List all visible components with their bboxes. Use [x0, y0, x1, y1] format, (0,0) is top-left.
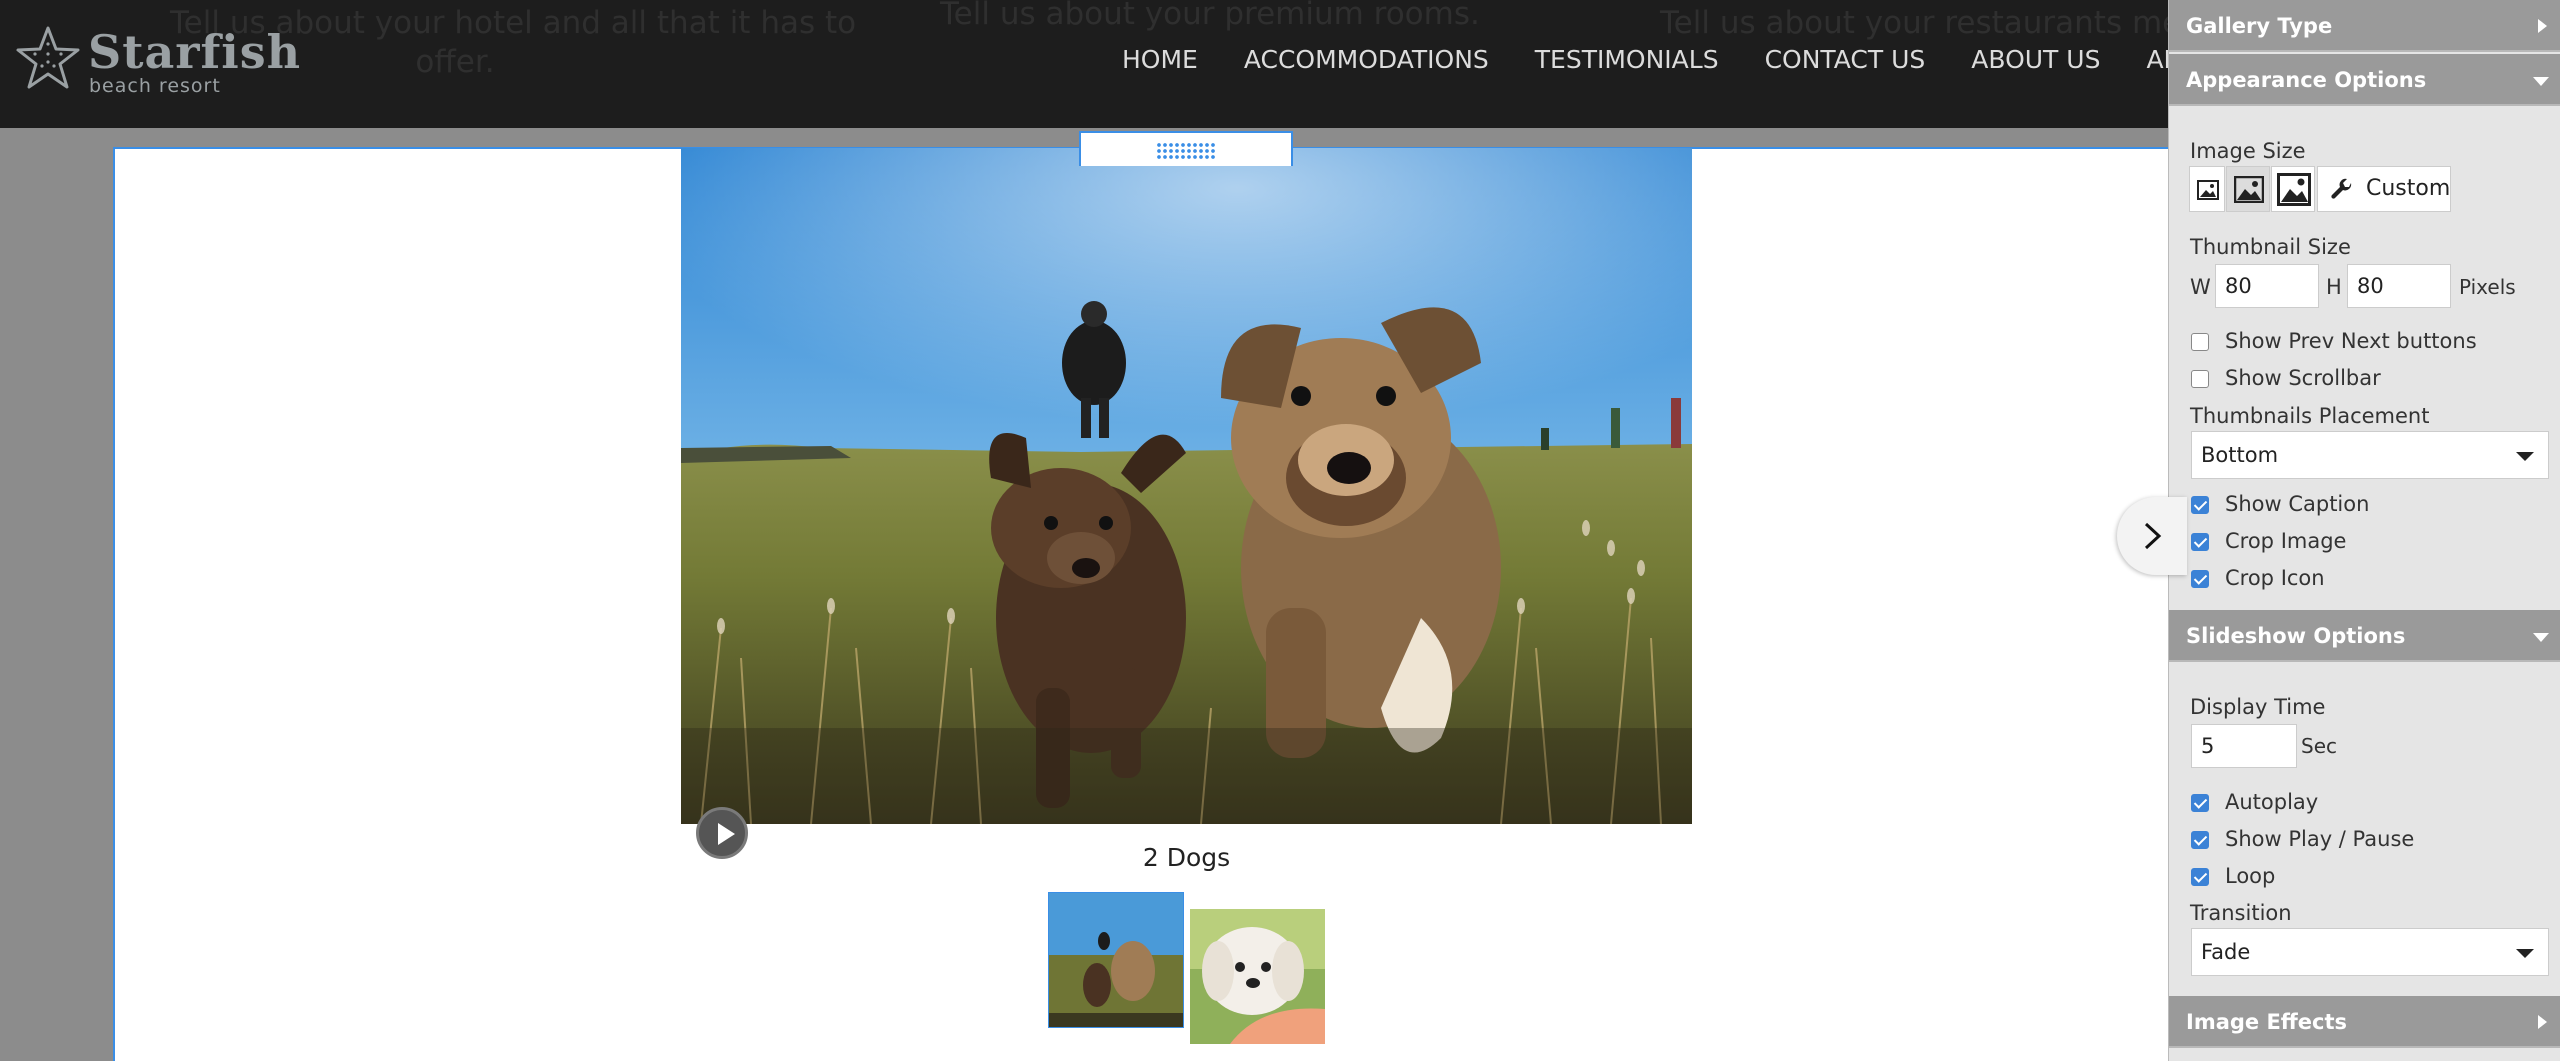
thumbnail-size-unit: Pixels [2459, 275, 2516, 299]
block-drag-handle[interactable] [1079, 131, 1293, 166]
show-prev-next-label: Show Prev Next buttons [2225, 329, 2477, 353]
logo-subtitle: beach resort [89, 75, 221, 97]
thumbnail-width-input[interactable]: 80 [2215, 264, 2319, 308]
loop-checkbox[interactable] [2191, 868, 2209, 886]
main-nav: HOME ACCOMMODATIONS TESTIMONIALS CONTACT… [1122, 40, 2168, 80]
wrench-icon [2331, 178, 2352, 199]
show-play-pause-label: Show Play / Pause [2225, 827, 2415, 851]
caret-down-icon [2533, 633, 2549, 642]
section-gallery-type-label: Gallery Type [2186, 14, 2333, 38]
nav-contact-us[interactable]: CONTACT US [1765, 40, 1926, 80]
chevron-right-icon [2144, 522, 2162, 550]
display-time-unit: Sec [2301, 734, 2337, 758]
main-gallery-image[interactable] [681, 148, 1692, 824]
display-time-label: Display Time [2190, 695, 2326, 719]
next-image-button[interactable] [2117, 497, 2187, 575]
transition-label: Transition [2190, 901, 2292, 925]
nav-testimonials[interactable]: TESTIMONIALS [1535, 40, 1719, 80]
display-time-input[interactable]: 5 [2191, 724, 2297, 768]
transition-value: Fade [2201, 940, 2251, 964]
section-slideshow-options[interactable]: Slideshow Options [2169, 610, 2560, 662]
show-scrollbar-label: Show Scrollbar [2225, 366, 2381, 390]
dogs-photo [681, 148, 1692, 824]
section-slideshow-options-label: Slideshow Options [2186, 624, 2406, 648]
thumbnail-2-image [1190, 909, 1325, 1044]
thumbnails-placement-label: Thumbnails Placement [2190, 404, 2430, 428]
thumbnail-height-label: H [2326, 275, 2342, 299]
section-appearance-options[interactable]: Appearance Options [2169, 54, 2560, 106]
thumbnail-1-image [1049, 893, 1183, 1027]
loop-label: Loop [2225, 864, 2276, 888]
drag-handle-icon [1156, 142, 1216, 160]
crop-icon-label: Crop Icon [2225, 566, 2325, 590]
image-size-label: Image Size [2190, 139, 2306, 163]
nav-about-us-2[interactable]: ABOUT US [2146, 40, 2168, 80]
dropdown-caret-icon [2516, 452, 2534, 461]
crop-image-label: Crop Image [2225, 529, 2347, 553]
caret-right-icon [2538, 1015, 2547, 1029]
show-caption-checkbox[interactable] [2191, 496, 2209, 514]
logo-title: Starfish [88, 25, 302, 79]
starfish-icon [16, 26, 80, 89]
image-size-small-button[interactable] [2189, 166, 2225, 212]
thumbnail-height-input[interactable]: 80 [2347, 264, 2451, 308]
image-size-custom-button[interactable]: Custom [2317, 166, 2451, 212]
thumbnail-width-label: W [2190, 275, 2211, 299]
thumbnails-placement-select[interactable]: Bottom [2191, 431, 2549, 479]
image-small-icon [2197, 180, 2219, 200]
nav-about-us[interactable]: ABOUT US [1971, 40, 2100, 80]
image-size-custom-label: Custom [2366, 176, 2451, 201]
section-appearance-options-label: Appearance Options [2186, 68, 2427, 92]
nav-home[interactable]: HOME [1122, 40, 1198, 80]
section-gallery-type[interactable]: Gallery Type [2169, 0, 2560, 52]
site-header: Tell us about your hotel and all that it… [0, 0, 2168, 128]
autoplay-checkbox[interactable] [2191, 794, 2209, 812]
show-play-pause-checkbox[interactable] [2191, 831, 2209, 849]
caret-down-icon [2533, 77, 2549, 86]
caret-right-icon [2538, 19, 2547, 33]
image-large-icon [2277, 173, 2311, 206]
ghost-text-rooms: Tell us about your premium rooms. [940, 0, 1480, 32]
image-size-medium-button[interactable] [2226, 166, 2270, 212]
image-caption: 2 Dogs [1142, 843, 1231, 872]
site-logo[interactable]: Starfish beach resort [16, 24, 300, 104]
thumbnail-size-label: Thumbnail Size [2190, 235, 2351, 259]
dropdown-caret-icon [2516, 949, 2534, 958]
show-caption-label: Show Caption [2225, 492, 2370, 516]
nav-accommodations[interactable]: ACCOMMODATIONS [1244, 40, 1489, 80]
show-prev-next-checkbox[interactable] [2191, 333, 2209, 351]
autoplay-label: Autoplay [2225, 790, 2319, 814]
thumbnail-dogs-field[interactable] [1048, 892, 1184, 1028]
section-image-effects-label: Image Effects [2186, 1010, 2348, 1034]
image-size-large-button[interactable] [2271, 166, 2315, 212]
ghost-text-restaurants: Tell us about your restaurants menu. [1660, 5, 2168, 41]
section-image-effects[interactable]: Image Effects [2169, 996, 2560, 1048]
settings-panel: Gallery Type Appearance Options Image Si… [2168, 0, 2560, 1061]
show-scrollbar-checkbox[interactable] [2191, 370, 2209, 388]
transition-select[interactable]: Fade [2191, 928, 2549, 976]
crop-icon-checkbox[interactable] [2191, 570, 2209, 588]
thumbnail-white-puppy[interactable] [1190, 909, 1325, 1044]
thumbnails-placement-value: Bottom [2201, 443, 2279, 467]
image-medium-icon [2234, 176, 2264, 203]
crop-image-checkbox[interactable] [2191, 533, 2209, 551]
